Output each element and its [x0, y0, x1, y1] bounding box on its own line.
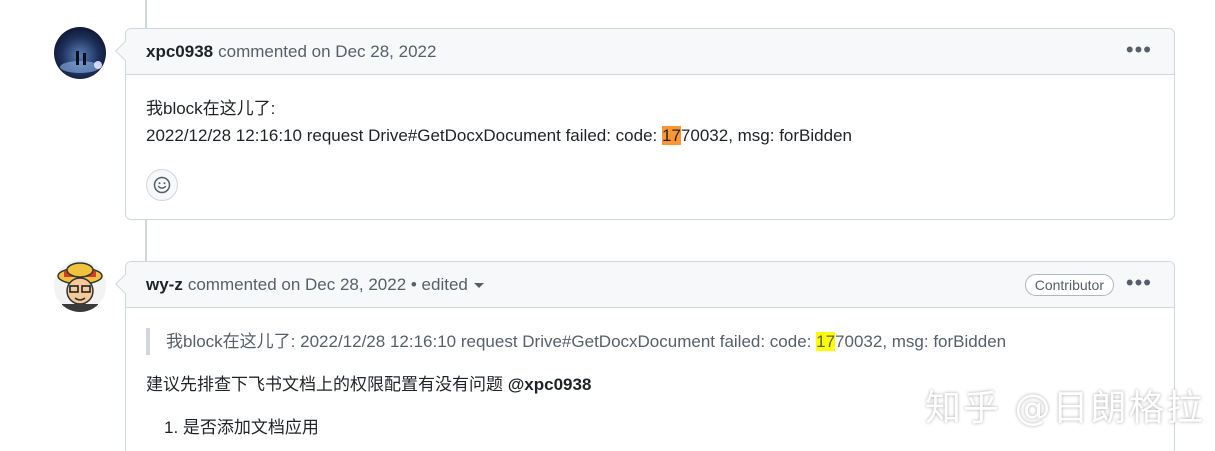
timeline-line — [145, 220, 147, 262]
avatar[interactable] — [54, 27, 106, 79]
comment-text-line: 我block在这儿了: — [146, 99, 276, 118]
comment-card: xpc0938 commented on Dec 28, 2022 ••• 我b… — [115, 28, 1175, 221]
smiley-icon — [153, 176, 171, 194]
comment-header: xpc0938 commented on Dec 28, 2022 ••• — [115, 29, 1174, 75]
comment-header: wy-z commented on Dec 28, 2022 • edited … — [115, 262, 1174, 308]
comment-body: 我block在这儿了: 2022/12/28 12:16:10 request … — [126, 75, 1174, 221]
search-highlight: 17 — [816, 332, 836, 351]
more-options-icon[interactable]: ••• — [1126, 39, 1152, 61]
comment-author[interactable]: xpc0938 — [146, 42, 213, 62]
chevron-down-icon[interactable] — [473, 283, 484, 288]
comment-text-line: 2022/12/28 12:16:10 request Drive#GetDoc… — [146, 126, 852, 145]
comment-pointer — [115, 41, 135, 61]
watermark: 知乎 @日朗格拉 — [925, 388, 1205, 429]
add-reaction-button[interactable] — [146, 169, 178, 201]
timeline-line — [145, 0, 147, 28]
user-mention[interactable]: @xpc0938 — [508, 375, 592, 394]
search-highlight: 17 — [662, 126, 681, 145]
comment-meta[interactable]: commented on Dec 28, 2022 — [218, 42, 436, 62]
more-options-icon[interactable]: ••• — [1126, 272, 1152, 294]
comment-author[interactable]: wy-z — [146, 275, 183, 295]
comment-meta[interactable]: commented on Dec 28, 2022 • edited — [188, 275, 468, 295]
avatar[interactable] — [54, 260, 106, 312]
comment-pointer — [115, 274, 135, 294]
blockquote: 我block在这儿了: 2022/12/28 12:16:10 request … — [146, 328, 1154, 355]
contributor-badge: Contributor — [1024, 274, 1114, 296]
